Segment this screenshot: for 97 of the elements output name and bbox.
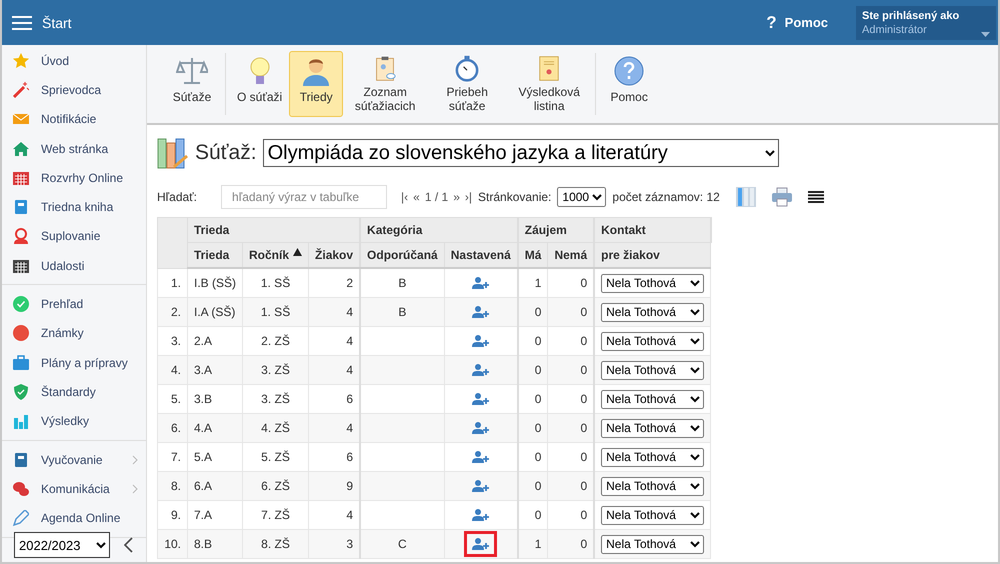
contact-select[interactable]: Nela Tothová xyxy=(601,418,704,438)
row-number: 10. xyxy=(158,530,188,558)
contact-select[interactable]: Nela Tothová xyxy=(601,476,704,496)
table-cell: 0 xyxy=(548,472,594,500)
competition-label: Súťaž: xyxy=(195,141,257,165)
contact-select[interactable]: Nela Tothová xyxy=(601,390,704,408)
table-cell: C xyxy=(360,530,444,558)
toolbar-button[interactable]: Súťaže xyxy=(165,51,219,117)
table-cell: 4. ZŠ xyxy=(242,414,309,442)
search-label: Hľadať: xyxy=(157,190,198,204)
column-header[interactable]: Odporúčaná xyxy=(360,242,444,268)
sidebar-item[interactable]: Triedna kniha xyxy=(2,192,146,222)
table-cell: 3.A xyxy=(188,356,243,384)
sidebar-item[interactable]: Agenda Online xyxy=(2,503,146,533)
help-link[interactable]: ? Pomoc xyxy=(760,12,834,34)
contact-select[interactable]: Nela Tothová xyxy=(601,360,704,380)
table-cell: 3. ZŠ xyxy=(242,356,309,384)
table-cell: 8. ZŠ xyxy=(242,530,309,558)
app-title: Štart xyxy=(42,14,72,30)
pager-link[interactable]: 1 / 1 xyxy=(424,190,448,204)
contact-select[interactable]: Nela Tothová xyxy=(601,302,704,322)
table-cell: 6. ZŠ xyxy=(242,472,309,500)
table-cell: 4 xyxy=(308,298,360,326)
column-header[interactable]: Nastavená xyxy=(444,242,518,268)
sidebar-item[interactable]: Suplovanie xyxy=(2,222,146,252)
table-cell: 4 xyxy=(308,356,360,384)
sidebar-item[interactable]: Plány a prípravy xyxy=(2,348,146,378)
table-cell: 0 xyxy=(518,356,548,384)
search-field[interactable]: hľadaný výraz v tabuľke xyxy=(221,185,388,209)
sidebar-item[interactable]: Štandardy xyxy=(2,377,146,407)
record-count: počet záznamov: 12 xyxy=(612,190,720,204)
column-header[interactable]: pre žiakov xyxy=(594,242,711,268)
sidebar-item[interactable]: Úvod xyxy=(2,46,146,76)
sidebar-item[interactable]: Rozvrhy Online xyxy=(2,163,146,192)
table-cell: 1. SŠ xyxy=(242,298,309,326)
contact-select[interactable]: Nela Tothová xyxy=(601,534,704,554)
table-cell: B xyxy=(360,298,444,326)
row-number: 8. xyxy=(158,472,188,500)
column-header[interactable]: Nemá xyxy=(548,242,594,268)
column-group-header: Kategória xyxy=(360,218,518,242)
help-label: Pomoc xyxy=(784,15,828,30)
toolbar-button[interactable]: Priebeh súťaže xyxy=(427,51,508,117)
table-cell: 8.B xyxy=(188,530,243,558)
toolbar-button[interactable]: Triedy xyxy=(289,51,344,117)
contact-select[interactable]: Nela Tothová xyxy=(601,506,704,524)
competition-select[interactable]: Olympiáda zo slovenského jazyka a literatúry xyxy=(262,139,779,167)
paging-label: Stránkovanie: xyxy=(478,190,552,204)
toolbar-button[interactable]: O súťaži xyxy=(232,51,288,117)
contact-select[interactable]: Nela Tothová xyxy=(601,448,704,466)
column-group-header: Trieda xyxy=(188,218,360,242)
sidebar-item[interactable]: Vyučovanie xyxy=(2,444,146,474)
user-dropdown[interactable]: Ste prihlásený ako Administrátor xyxy=(856,6,996,40)
table-cell: 0 xyxy=(548,356,594,384)
table-cell: 6.A xyxy=(188,472,243,500)
table-cell: 0 xyxy=(518,472,548,500)
toolbar-button[interactable]: Pomoc xyxy=(602,51,656,117)
table-cell: 0 xyxy=(518,298,548,326)
table-cell: 9 xyxy=(308,472,360,500)
sidebar-item[interactable]: Známky xyxy=(2,318,146,348)
sidebar-item[interactable]: Prehľad xyxy=(2,289,146,319)
sidebar-item[interactable]: Notifikácie xyxy=(2,104,146,134)
toolbar-button[interactable]: Výsledková listina xyxy=(509,51,590,117)
contact-select[interactable]: Nela Tothová xyxy=(601,274,704,292)
sidebar-item[interactable]: Komunikácia xyxy=(2,474,146,504)
sidebar-item[interactable]: Udalosti xyxy=(2,251,146,280)
user-label: Ste prihlásený ako xyxy=(862,10,960,22)
pager-link[interactable]: » xyxy=(453,190,460,204)
table-cell: 4.A xyxy=(188,414,243,442)
pager-link[interactable]: |‹ xyxy=(401,190,408,204)
column-header[interactable]: Má xyxy=(518,242,548,268)
column-header[interactable]: Trieda xyxy=(188,242,243,268)
table-cell: 4 xyxy=(308,414,360,442)
row-number: 2. xyxy=(158,298,188,326)
sidebar-item[interactable]: Sprievodca xyxy=(2,75,146,105)
column-header[interactable]: Ročník xyxy=(242,242,309,268)
sidebar-item[interactable]: Web stránka xyxy=(2,134,146,164)
sidebar-item[interactable]: Výsledky xyxy=(2,406,146,436)
column-group-header: Kontakt xyxy=(594,218,711,242)
row-number: 4. xyxy=(158,356,188,384)
help-icon: ? xyxy=(766,12,777,32)
table-cell: 0 xyxy=(518,414,548,442)
toolbar-button[interactable]: Zoznam súťažiacich xyxy=(345,51,426,117)
table-cell: I.A (SŠ) xyxy=(188,298,243,326)
contact-select[interactable]: Nela Tothová xyxy=(601,332,704,350)
table-cell: 1 xyxy=(518,530,548,558)
column-group-header: Záujem xyxy=(518,218,594,242)
year-select[interactable]: 2022/2023 xyxy=(14,532,110,558)
table-cell: 0 xyxy=(548,414,594,442)
column-header[interactable]: Žiakov xyxy=(308,242,360,268)
table-cell: 0 xyxy=(548,530,594,558)
pager-link[interactable]: ›| xyxy=(464,190,472,204)
table-cell: 3 xyxy=(308,530,360,558)
paging-select[interactable]: 1000 xyxy=(557,187,606,207)
row-number: 6. xyxy=(158,414,188,442)
pager-link[interactable]: « xyxy=(413,190,420,204)
table-cell: 0 xyxy=(548,298,594,326)
user-name: Administrátor xyxy=(862,24,927,36)
